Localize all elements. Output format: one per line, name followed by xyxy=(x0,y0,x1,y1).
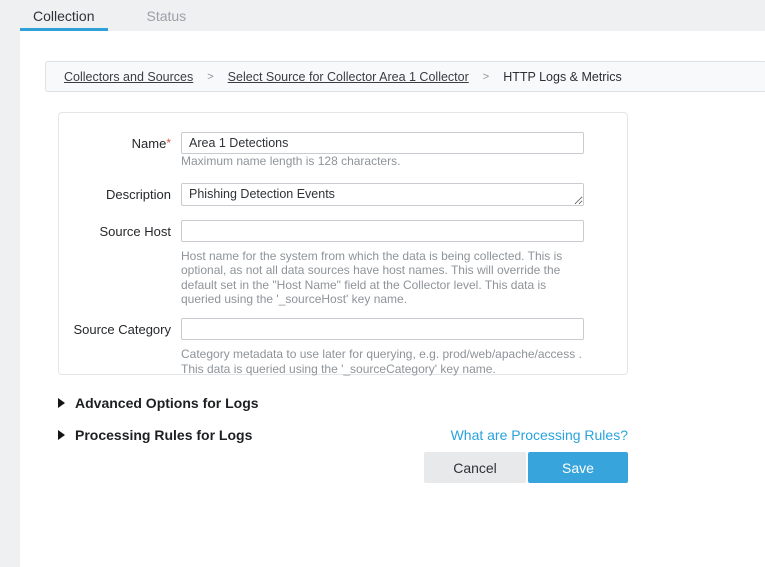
advanced-options-title[interactable]: Advanced Options for Logs xyxy=(75,395,259,411)
breadcrumb-select-source[interactable]: Select Source for Collector Area 1 Colle… xyxy=(228,70,469,84)
description-label: Description xyxy=(59,183,181,202)
name-help-text: Maximum name length is 128 characters. xyxy=(181,154,584,169)
name-input[interactable] xyxy=(181,132,584,154)
action-buttons-row: Cancel Save xyxy=(58,452,628,483)
source-host-help-text: Host name for the system from which the … xyxy=(181,249,584,307)
source-category-help-text: Category metadata to use later for query… xyxy=(181,347,584,376)
source-category-field-row: Source Category xyxy=(59,318,627,340)
name-label: Name* xyxy=(59,132,181,151)
tab-collection[interactable]: Collection xyxy=(21,8,106,24)
what-are-processing-rules-link[interactable]: What are Processing Rules? xyxy=(451,427,628,443)
breadcrumb-separator: > xyxy=(207,71,213,83)
breadcrumb-collectors-and-sources[interactable]: Collectors and Sources xyxy=(64,70,193,84)
breadcrumb: Collectors and Sources > Select Source f… xyxy=(45,61,765,92)
required-asterisk: * xyxy=(166,136,171,150)
description-field-row: Description Phishing Detection Events xyxy=(59,183,627,211)
tab-status[interactable]: Status xyxy=(134,8,198,24)
save-button[interactable]: Save xyxy=(528,452,628,483)
name-field-row: Name* xyxy=(59,132,627,154)
tab-bar: Collection Status xyxy=(0,0,765,31)
description-textarea[interactable]: Phishing Detection Events xyxy=(181,183,584,206)
source-category-label: Source Category xyxy=(59,318,181,337)
content-area: Collectors and Sources > Select Source f… xyxy=(20,31,765,567)
source-category-input[interactable] xyxy=(181,318,584,340)
processing-rules-section: Processing Rules for Logs What are Proce… xyxy=(58,427,628,443)
cancel-button[interactable]: Cancel xyxy=(424,452,526,483)
breadcrumb-current-page: HTTP Logs & Metrics xyxy=(503,70,622,84)
chevron-right-icon xyxy=(58,398,65,408)
breadcrumb-separator: > xyxy=(483,71,489,83)
chevron-right-icon xyxy=(58,430,65,440)
source-host-label: Source Host xyxy=(59,220,181,239)
source-host-input[interactable] xyxy=(181,220,584,242)
source-host-field-row: Source Host xyxy=(59,220,627,242)
source-config-panel: Name* Maximum name length is 128 charact… xyxy=(58,112,628,375)
advanced-options-section[interactable]: Advanced Options for Logs xyxy=(58,395,628,411)
left-gutter xyxy=(0,0,20,567)
processing-rules-title[interactable]: Processing Rules for Logs xyxy=(75,427,252,443)
